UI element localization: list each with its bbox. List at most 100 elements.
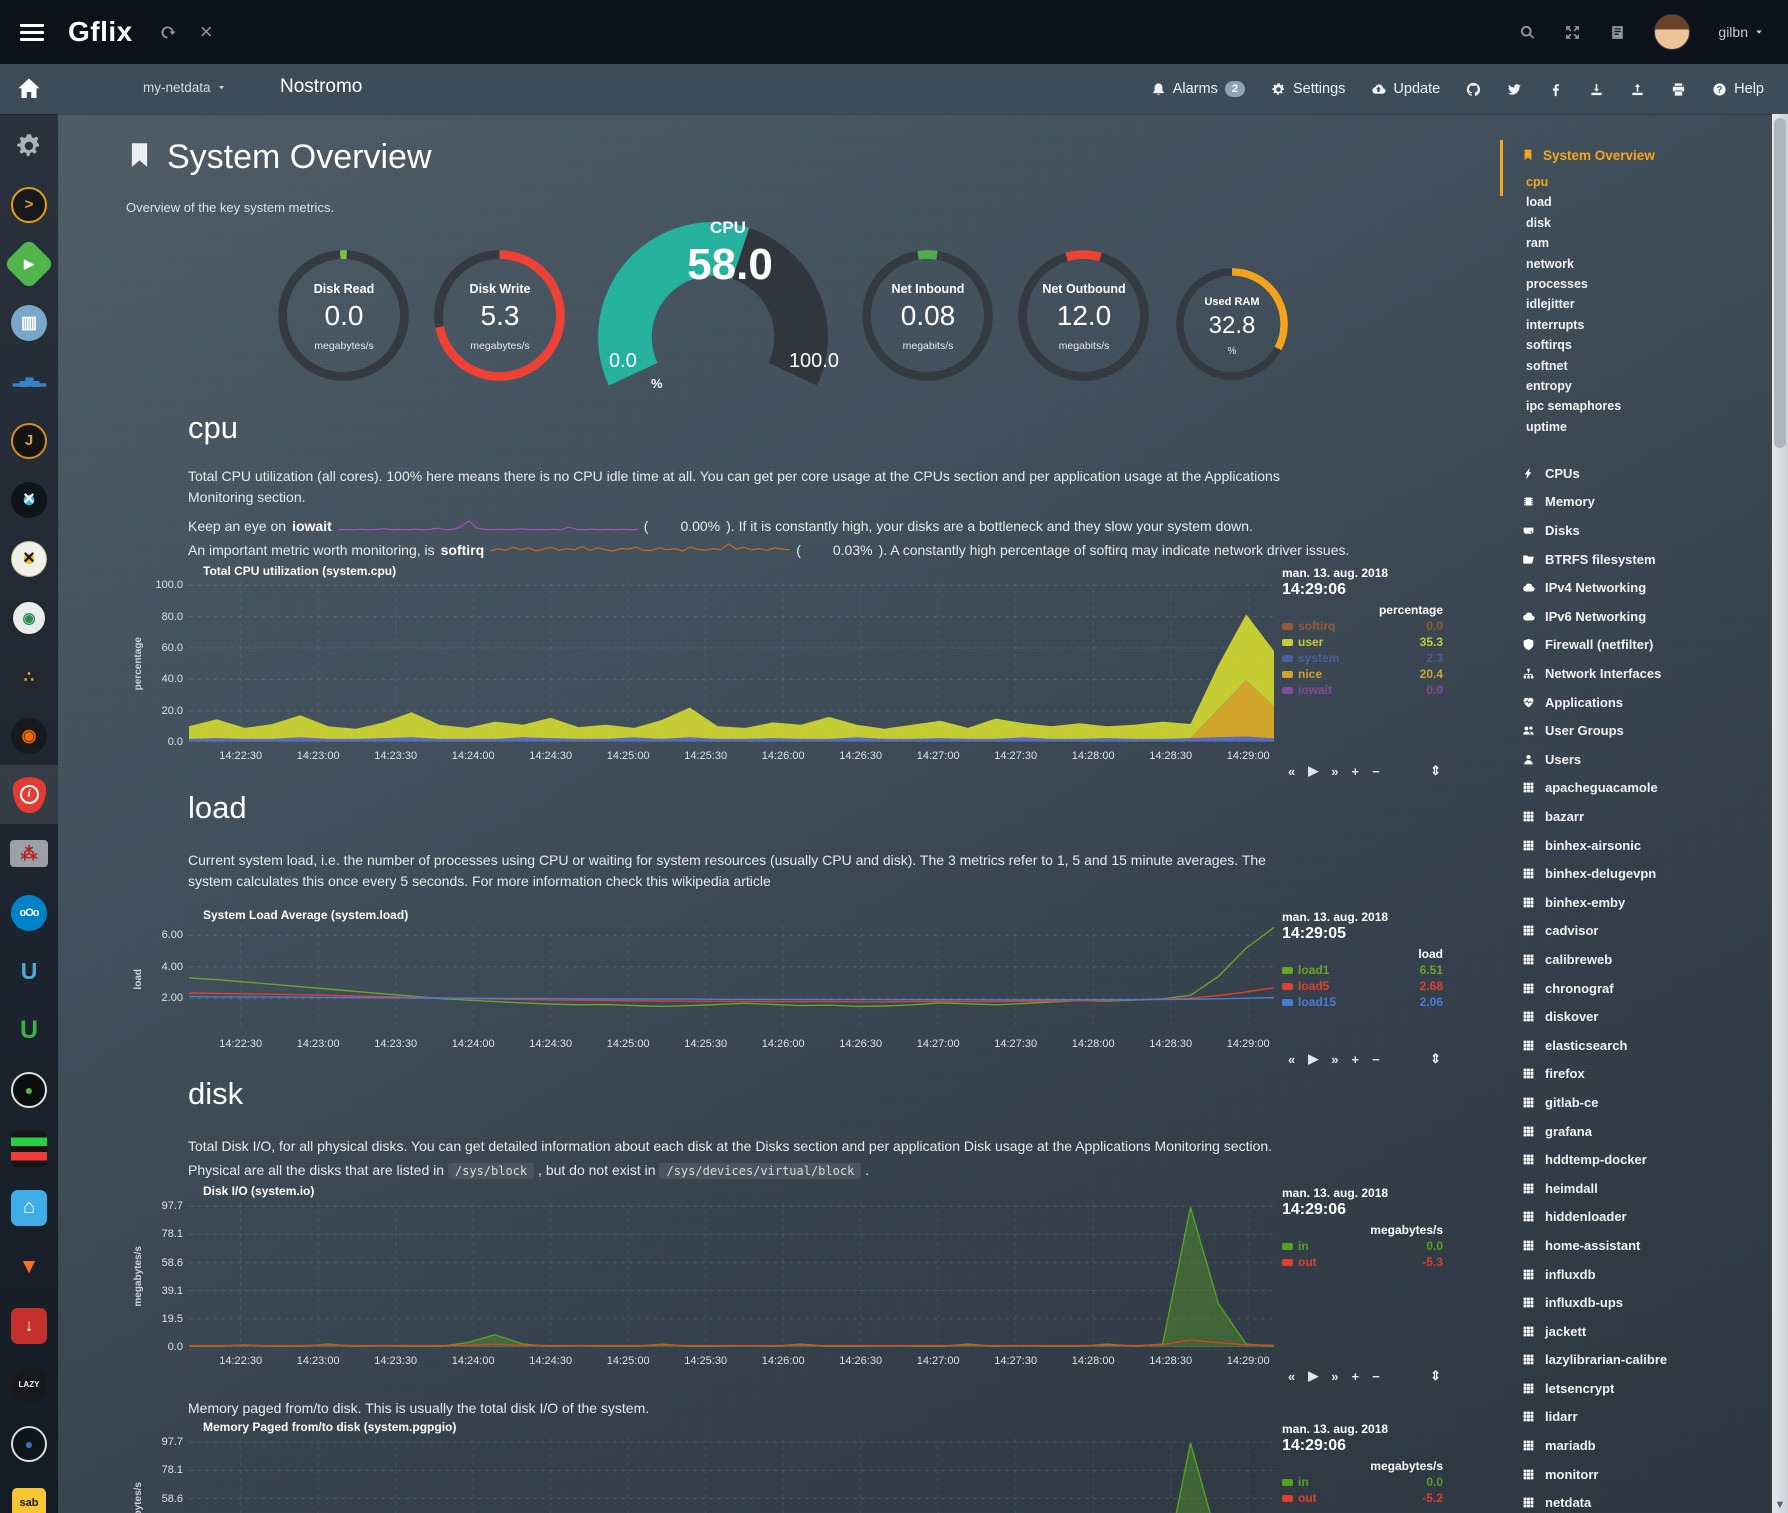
disk-plot-area[interactable] xyxy=(189,1202,1274,1347)
sidebar-link-entropy[interactable]: entropy xyxy=(1526,376,1756,396)
sidebar-link-idlejitter[interactable]: idlejitter xyxy=(1526,294,1756,314)
sidebar-section-cpus[interactable]: CPUs xyxy=(1522,459,1756,488)
sabnzbd-icon[interactable] xyxy=(0,1473,58,1513)
calibre-icon[interactable] xyxy=(0,293,58,352)
skip-forward-button[interactable]: » xyxy=(1331,1369,1338,1384)
x-app-yellow-icon[interactable] xyxy=(0,529,58,588)
user-menu[interactable]: gilbn xyxy=(1718,24,1764,40)
dark-orb-icon[interactable] xyxy=(0,1060,58,1119)
sidebar-link-ipc-semaphores[interactable]: ipc semaphores xyxy=(1526,396,1756,416)
load-chart[interactable]: loadSystem Load Average (system.load)6.0… xyxy=(131,908,1443,1051)
legend-in[interactable]: in0.0 xyxy=(1282,1475,1443,1489)
zoom-in-button[interactable]: + xyxy=(1351,764,1359,779)
sidebar-link-ram[interactable]: ram xyxy=(1526,233,1756,253)
zoom-in-button[interactable]: + xyxy=(1351,1369,1359,1384)
github-icon-button[interactable] xyxy=(1466,82,1481,97)
news-icon[interactable] xyxy=(1609,24,1626,41)
sidebar-link-cpu[interactable]: cpu xyxy=(1526,172,1756,192)
gitlab-icon[interactable] xyxy=(0,1237,58,1296)
sidebar-app-chronograf[interactable]: chronograf xyxy=(1522,974,1756,1003)
legend-out[interactable]: out-5.2 xyxy=(1282,1491,1443,1505)
print-button[interactable] xyxy=(1671,82,1686,97)
legend-system[interactable]: system2.3 xyxy=(1282,651,1443,665)
search-icon[interactable] xyxy=(1519,24,1536,41)
scrollbar-thumb[interactable] xyxy=(1774,118,1786,448)
jackett-icon[interactable] xyxy=(0,411,58,470)
page-scrollbar[interactable]: ▼ xyxy=(1772,114,1788,1513)
water-drop-icon[interactable] xyxy=(0,1414,58,1473)
sidebar-section-ipv4-networking[interactable]: IPv4 Networking xyxy=(1522,573,1756,602)
refresh-icon[interactable] xyxy=(159,24,176,41)
monitorr-icon[interactable] xyxy=(0,1119,58,1178)
sidebar-section-firewall-netfilter-[interactable]: Firewall (netfilter) xyxy=(1522,631,1756,660)
sidebar-link-processes[interactable]: processes xyxy=(1526,274,1756,294)
skip-back-button[interactable]: « xyxy=(1288,764,1295,779)
download-button[interactable] xyxy=(1589,82,1604,97)
sidebar-app-firefox[interactable]: firefox xyxy=(1522,1060,1756,1089)
alarms-button[interactable]: Alarms2 xyxy=(1151,81,1245,97)
sidebar-app-influxdb[interactable]: influxdb xyxy=(1522,1260,1756,1289)
play-button[interactable]: ▶ xyxy=(1308,1368,1318,1384)
sidebar-app-hiddenloader[interactable]: hiddenloader xyxy=(1522,1203,1756,1232)
sidebar-app-home-assistant[interactable]: home-assistant xyxy=(1522,1231,1756,1260)
x-app-blue-icon[interactable] xyxy=(0,470,58,529)
legend-nice[interactable]: nice20.4 xyxy=(1282,667,1443,681)
skip-back-button[interactable]: « xyxy=(1288,1369,1295,1384)
server-dropdown[interactable]: my-netdata xyxy=(143,80,226,95)
plex-icon[interactable] xyxy=(0,175,58,234)
resize-handle[interactable]: ⇕ xyxy=(1430,1368,1441,1384)
sidebar-section-overview[interactable]: System Overview xyxy=(1522,144,1756,166)
legend-load15[interactable]: load152.06 xyxy=(1282,995,1443,1009)
settings-gear-icon[interactable] xyxy=(0,116,58,175)
sidebar-link-network[interactable]: network xyxy=(1526,254,1756,274)
sidebar-app-heimdall[interactable]: heimdall xyxy=(1522,1174,1756,1203)
sidebar-section-network-interfaces[interactable]: Network Interfaces xyxy=(1522,659,1756,688)
sidebar-link-interrupts[interactable]: interrupts xyxy=(1526,315,1756,335)
iowait-sparkline[interactable] xyxy=(338,516,638,535)
legend-in[interactable]: in0.0 xyxy=(1282,1239,1443,1253)
skip-forward-button[interactable]: » xyxy=(1331,764,1338,779)
sidebar-link-load[interactable]: load xyxy=(1526,192,1756,212)
sidebar-app-letsencrypt[interactable]: letsencrypt xyxy=(1522,1374,1756,1403)
sidebar-app-netdata[interactable]: netdata xyxy=(1522,1488,1756,1513)
upload-button[interactable] xyxy=(1630,82,1645,97)
settings-button[interactable]: Settings xyxy=(1271,81,1345,97)
sidebar-app-binhex-delugevpn[interactable]: binhex-delugevpn xyxy=(1522,859,1756,888)
fullscreen-icon[interactable] xyxy=(1564,24,1581,41)
update-button[interactable]: Update xyxy=(1371,81,1440,97)
node-graph-icon[interactable] xyxy=(0,647,58,706)
sidebar-link-disk[interactable]: disk xyxy=(1526,213,1756,233)
legend-iowait[interactable]: iowait0.0 xyxy=(1282,683,1443,697)
home-assistant-icon[interactable] xyxy=(0,1178,58,1237)
softirq-sparkline[interactable] xyxy=(490,540,790,559)
sidebar-app-grafana[interactable]: grafana xyxy=(1522,1117,1756,1146)
play-button[interactable]: ▶ xyxy=(1308,1051,1318,1067)
pgpgio-plot-area[interactable] xyxy=(189,1438,1274,1513)
youtube-dl-icon[interactable] xyxy=(0,1296,58,1355)
hamburger-menu-icon[interactable] xyxy=(20,24,44,41)
unifi-icon[interactable] xyxy=(0,942,58,1001)
scrollbar-down-arrow[interactable]: ▼ xyxy=(1772,1499,1788,1511)
sidebar-section-disks[interactable]: Disks xyxy=(1522,516,1756,545)
close-icon[interactable]: × xyxy=(200,21,213,43)
sidebar-link-uptime[interactable]: uptime xyxy=(1526,417,1756,437)
resize-handle[interactable]: ⇕ xyxy=(1430,1051,1441,1067)
sidebar-app-apacheguacamole[interactable]: apacheguacamole xyxy=(1522,774,1756,803)
sidebar-app-elasticsearch[interactable]: elasticsearch xyxy=(1522,1031,1756,1060)
sidebar-app-bazarr[interactable]: bazarr xyxy=(1522,802,1756,831)
emby-icon[interactable] xyxy=(0,234,58,293)
memory-paged-chart[interactable]: megabytes/sMemory Paged from/to disk (sy… xyxy=(131,1420,1443,1513)
zoom-out-button[interactable]: − xyxy=(1372,764,1380,779)
user-avatar[interactable] xyxy=(1654,14,1690,50)
airsonic-icon[interactable] xyxy=(0,352,58,411)
load-plot-area[interactable] xyxy=(189,926,1274,1030)
sidebar-link-softirqs[interactable]: softirqs xyxy=(1526,335,1756,355)
play-button[interactable]: ▶ xyxy=(1308,763,1318,779)
zoom-out-button[interactable]: − xyxy=(1372,1369,1380,1384)
sidebar-app-monitorr[interactable]: monitorr xyxy=(1522,1460,1756,1489)
zoom-out-button[interactable]: − xyxy=(1372,1052,1380,1067)
legend-out[interactable]: out-5.3 xyxy=(1282,1255,1443,1269)
sidebar-section-users[interactable]: Users xyxy=(1522,745,1756,774)
sidebar-app-hddtemp-docker[interactable]: hddtemp-docker xyxy=(1522,1145,1756,1174)
help-button[interactable]: ?Help xyxy=(1712,81,1764,97)
